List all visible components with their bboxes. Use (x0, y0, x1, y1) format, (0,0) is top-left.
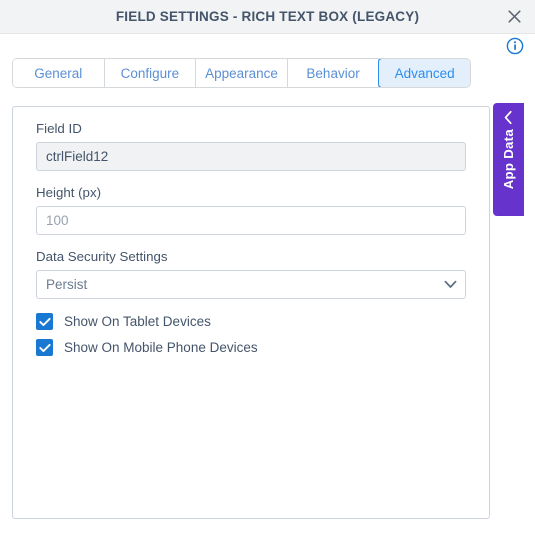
app-data-label: App Data (501, 129, 516, 190)
tab-configure-label: Configure (120, 65, 180, 81)
tab-behavior[interactable]: Behavior (287, 59, 380, 87)
dialog-title-bar: FIELD SETTINGS - RICH TEXT BOX (LEGACY) (0, 0, 535, 34)
info-row (0, 34, 535, 58)
tab-appearance[interactable]: Appearance (196, 59, 288, 87)
height-label: Height (px) (36, 185, 102, 200)
data-security-label: Data Security Settings (36, 249, 168, 264)
data-security-select-wrap: Persist (36, 270, 466, 299)
field-id-input[interactable] (36, 142, 466, 171)
tab-appearance-label: Appearance (205, 65, 278, 81)
tab-strip: General Configure Appearance Behavior Ad… (12, 58, 471, 88)
checkbox-row-mobile[interactable]: Show On Mobile Phone Devices (36, 339, 466, 356)
chevron-left-icon (503, 110, 514, 125)
tab-general-label: General (34, 65, 83, 81)
height-input[interactable] (36, 206, 466, 235)
info-icon (506, 37, 524, 55)
show-on-mobile-label: Show On Mobile Phone Devices (64, 340, 258, 355)
height-group: Height (px) (36, 185, 466, 235)
close-button[interactable] (503, 6, 525, 28)
data-security-select[interactable]: Persist (36, 270, 466, 299)
show-on-tablet-checkbox[interactable] (36, 313, 53, 330)
show-on-mobile-checkbox[interactable] (36, 339, 53, 356)
show-on-tablet-label: Show On Tablet Devices (64, 314, 211, 329)
checkbox-row-tablet[interactable]: Show On Tablet Devices (36, 313, 466, 330)
field-id-group: Field ID (36, 121, 466, 171)
data-security-group: Data Security Settings Persist (36, 249, 466, 299)
tab-strip-container: General Configure Appearance Behavior Ad… (0, 58, 535, 88)
close-icon (507, 9, 522, 24)
tab-advanced-label: Advanced (394, 65, 455, 81)
tab-behavior-label: Behavior (306, 65, 360, 81)
info-button[interactable] (506, 37, 524, 55)
app-data-tab[interactable]: App Data (493, 103, 524, 216)
page-title: FIELD SETTINGS - RICH TEXT BOX (LEGACY) (115, 9, 420, 24)
settings-panel: Field ID Height (px) Data Security Setti… (12, 106, 490, 519)
tab-general[interactable]: General (13, 59, 105, 87)
tab-configure[interactable]: Configure (104, 59, 197, 87)
tab-advanced[interactable]: Advanced (378, 59, 470, 87)
data-security-value: Persist (46, 277, 88, 292)
field-id-label: Field ID (36, 121, 82, 136)
